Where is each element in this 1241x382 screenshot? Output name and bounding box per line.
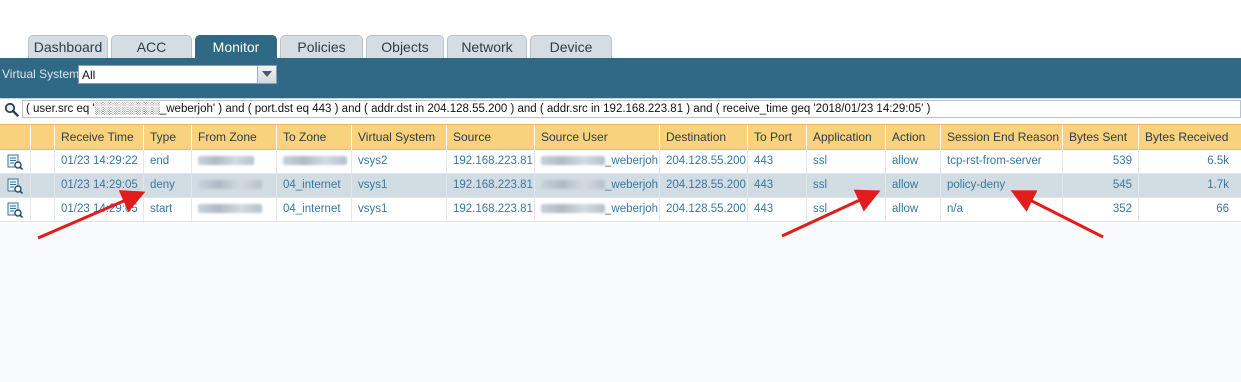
redacted-zone: [198, 180, 262, 190]
header-type[interactable]: Type: [143, 125, 191, 150]
monitor-page: Dashboard ACC Monitor Policies Objects N…: [0, 0, 1241, 382]
header-from-zone[interactable]: From Zone: [191, 125, 276, 150]
row-detail-cell[interactable]: [0, 198, 30, 221]
redacted-user: [541, 204, 605, 214]
log-detail-icon[interactable]: [7, 202, 24, 219]
cell-receive-time[interactable]: 01/23 14:29:22: [54, 150, 143, 173]
cell-type[interactable]: deny: [143, 174, 191, 197]
cell-action[interactable]: allow: [885, 150, 940, 173]
cell-bytes-sent[interactable]: 352: [1062, 198, 1138, 221]
table-row[interactable]: 01/23 14:29:05 start 04_internet vsys1 1…: [0, 198, 1241, 222]
tab-network[interactable]: Network: [447, 35, 527, 58]
cell-bytes-sent[interactable]: 545: [1062, 174, 1138, 197]
cell-destination[interactable]: 204.128.55.200: [659, 150, 747, 173]
cell-to-port[interactable]: 443: [747, 198, 806, 221]
row-spacer: [30, 174, 54, 197]
cell-receive-time[interactable]: 01/23 14:29:05: [54, 174, 143, 197]
header-session-end-reason[interactable]: Session End Reason: [940, 125, 1062, 150]
cell-bytes-received[interactable]: 66: [1138, 198, 1235, 221]
empty-grid-area: [0, 224, 1241, 382]
cell-to-zone[interactable]: 04_internet: [276, 198, 351, 221]
header-to-zone[interactable]: To Zone: [276, 125, 351, 150]
header-source[interactable]: Source: [446, 125, 534, 150]
source-user-suffix: _weberjoh: [605, 203, 659, 215]
cell-source-user[interactable]: _weberjoh: [534, 198, 659, 221]
virtual-system-select[interactable]: All: [78, 65, 277, 84]
cell-application[interactable]: ssl: [806, 150, 885, 173]
header-receive-time[interactable]: Receive Time: [54, 125, 143, 150]
cell-type[interactable]: start: [143, 198, 191, 221]
row-spacer: [30, 150, 54, 173]
virtual-system-bar: Virtual System All: [0, 58, 1241, 98]
log-detail-icon[interactable]: [7, 178, 24, 195]
header-bytes-received[interactable]: Bytes Received: [1138, 125, 1241, 150]
cell-to-port[interactable]: 443: [747, 150, 806, 173]
row-detail-cell[interactable]: [0, 150, 30, 173]
row-spacer: [30, 198, 54, 221]
table-row[interactable]: 01/23 14:29:22 end vsys2 192.168.223.81 …: [0, 150, 1241, 174]
source-user-suffix: _weberjoh: [605, 155, 659, 167]
cell-application[interactable]: ssl: [806, 174, 885, 197]
header-application[interactable]: Application: [806, 125, 885, 150]
header-bytes-sent[interactable]: Bytes Sent: [1062, 125, 1138, 150]
cell-to-zone[interactable]: 04_internet: [276, 174, 351, 197]
cell-bytes-sent[interactable]: 539: [1062, 150, 1138, 173]
tab-device[interactable]: Device: [530, 35, 612, 58]
cell-receive-time[interactable]: 01/23 14:29:05: [54, 198, 143, 221]
virtual-system-value: All: [82, 68, 96, 82]
log-filter-bar: ( user.src eq '░░░░░░░░_weberjoh' ) and …: [0, 98, 1241, 119]
cell-to-port[interactable]: 443: [747, 174, 806, 197]
header-spacer: [30, 125, 54, 150]
search-icon[interactable]: [4, 102, 20, 118]
cell-virtual-system[interactable]: vsys2: [351, 150, 446, 173]
chevron-down-icon[interactable]: [257, 66, 276, 83]
cell-session-end-reason[interactable]: policy-deny: [940, 174, 1062, 197]
table-header: Receive Time Type From Zone To Zone Virt…: [0, 124, 1241, 150]
cell-destination[interactable]: 204.128.55.200: [659, 174, 747, 197]
redacted-user: [541, 156, 605, 166]
cell-bytes-received[interactable]: 6.5k: [1138, 150, 1235, 173]
cell-action[interactable]: allow: [885, 174, 940, 197]
cell-from-zone[interactable]: [191, 174, 276, 197]
source-user-suffix: _weberjoh: [605, 179, 659, 191]
cell-virtual-system[interactable]: vsys1: [351, 198, 446, 221]
redacted-zone: [198, 156, 254, 166]
tab-monitor[interactable]: Monitor: [195, 35, 277, 58]
tab-dashboard[interactable]: Dashboard: [28, 35, 108, 58]
virtual-system-label: Virtual System: [2, 67, 80, 81]
header-virtual-system[interactable]: Virtual System: [351, 125, 446, 150]
cell-session-end-reason[interactable]: tcp-rst-from-server: [940, 150, 1062, 173]
cell-source-user[interactable]: _weberjoh: [534, 150, 659, 173]
header-destination[interactable]: Destination: [659, 125, 747, 150]
main-tab-bar: Dashboard ACC Monitor Policies Objects N…: [0, 0, 1241, 58]
tab-policies[interactable]: Policies: [280, 35, 363, 58]
cell-session-end-reason[interactable]: n/a: [940, 198, 1062, 221]
cell-from-zone[interactable]: [191, 150, 276, 173]
header-to-port[interactable]: To Port: [747, 125, 806, 150]
header-detail: [0, 125, 30, 150]
table-row[interactable]: 01/23 14:29:05 deny 04_internet vsys1 19…: [0, 174, 1241, 198]
row-detail-cell[interactable]: [0, 174, 30, 197]
redacted-zone: [198, 204, 262, 214]
cell-source[interactable]: 192.168.223.81: [446, 150, 534, 173]
filter-input[interactable]: ( user.src eq '░░░░░░░░_weberjoh' ) and …: [22, 100, 1241, 118]
redacted-zone: [283, 156, 347, 166]
cell-application[interactable]: ssl: [806, 198, 885, 221]
cell-source[interactable]: 192.168.223.81: [446, 198, 534, 221]
cell-virtual-system[interactable]: vsys1: [351, 174, 446, 197]
cell-type[interactable]: end: [143, 150, 191, 173]
cell-action[interactable]: allow: [885, 198, 940, 221]
cell-to-zone[interactable]: [276, 150, 351, 173]
cell-source[interactable]: 192.168.223.81: [446, 174, 534, 197]
tab-acc[interactable]: ACC: [111, 35, 192, 58]
cell-source-user[interactable]: _weberjoh: [534, 174, 659, 197]
tab-objects[interactable]: Objects: [366, 35, 444, 58]
header-action[interactable]: Action: [885, 125, 940, 150]
cell-destination[interactable]: 204.128.55.200: [659, 198, 747, 221]
cell-from-zone[interactable]: [191, 198, 276, 221]
cell-bytes-received[interactable]: 1.7k: [1138, 174, 1235, 197]
log-detail-icon[interactable]: [7, 154, 24, 171]
header-source-user[interactable]: Source User: [534, 125, 659, 150]
redacted-user: [541, 180, 605, 190]
